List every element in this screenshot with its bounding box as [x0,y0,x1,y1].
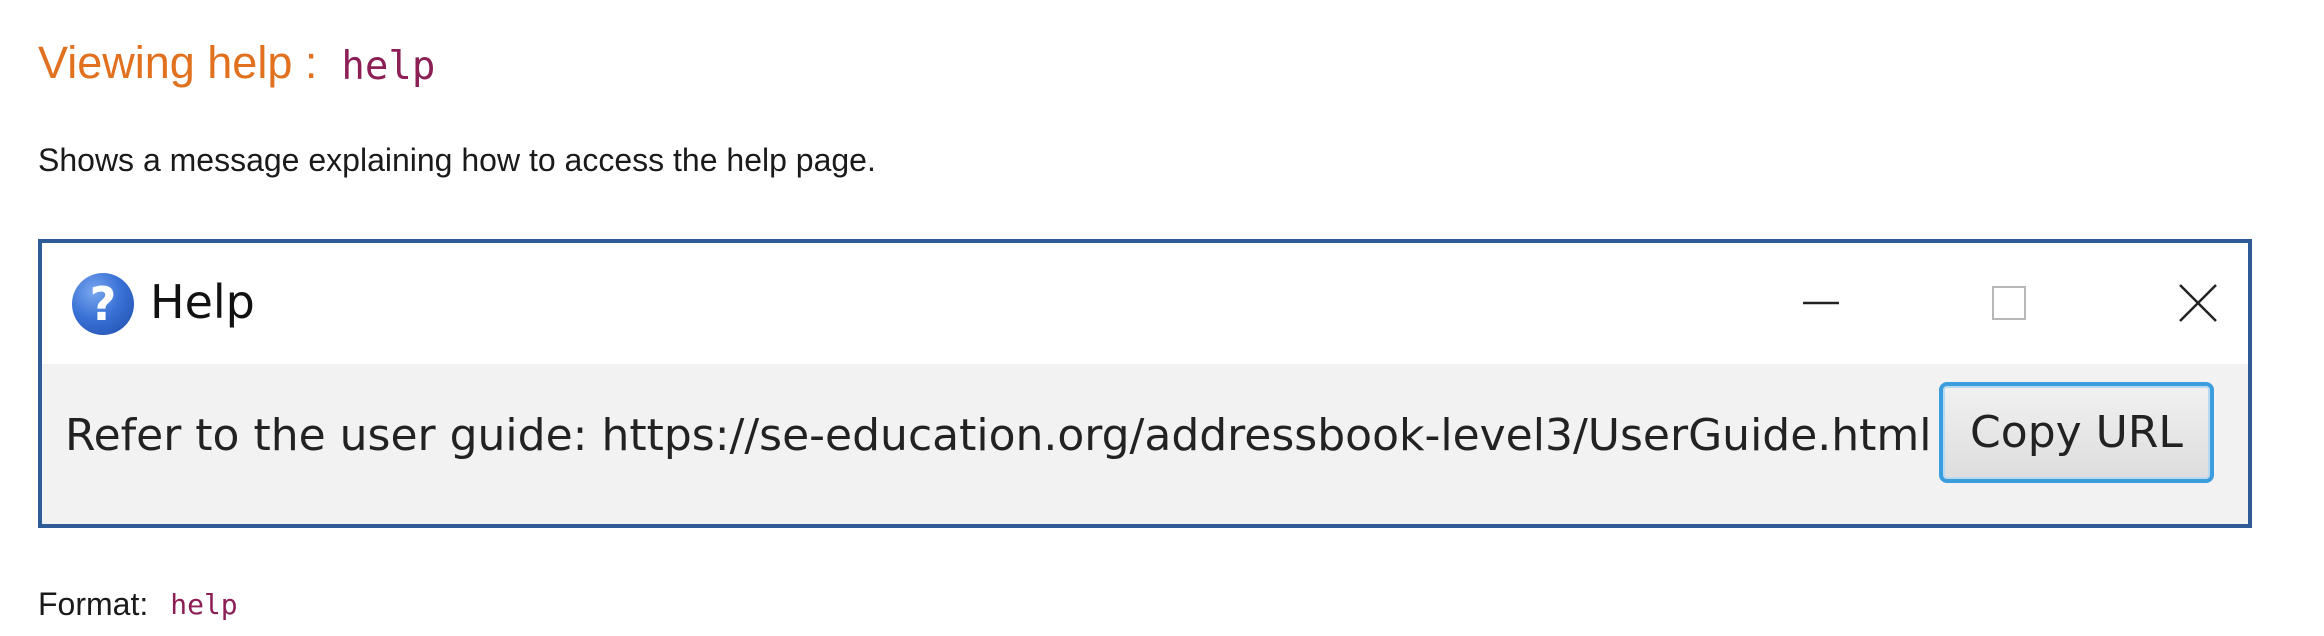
heading-text: Viewing help : [38,37,318,88]
user-guide-message: Refer to the user guide: https://se-educ… [65,410,1932,461]
window-titlebar: ? Help [42,243,2248,364]
section-heading: Viewing help : help [38,28,435,98]
minimize-button[interactable] [1776,263,1866,343]
window-title: Help [150,275,255,329]
help-window-screenshot: ? Help Refer to the user guide: https://… [38,239,2252,528]
maximize-button[interactable] [1964,263,2054,343]
format-command-code: help [170,587,238,621]
copy-url-button[interactable]: Copy URL [1939,382,2214,483]
close-icon [2179,284,2217,322]
format-label: Format: [38,585,149,622]
close-button[interactable] [2153,263,2243,343]
window-content: Refer to the user guide: https://se-educ… [42,364,2248,524]
minimize-icon [1803,301,1839,305]
question-mark-icon: ? [72,273,134,335]
description-text: Shows a message explaining how to access… [38,142,876,178]
maximize-icon [1992,286,2026,320]
format-line: Format: help [38,584,238,624]
heading-command-code: help [341,43,436,89]
